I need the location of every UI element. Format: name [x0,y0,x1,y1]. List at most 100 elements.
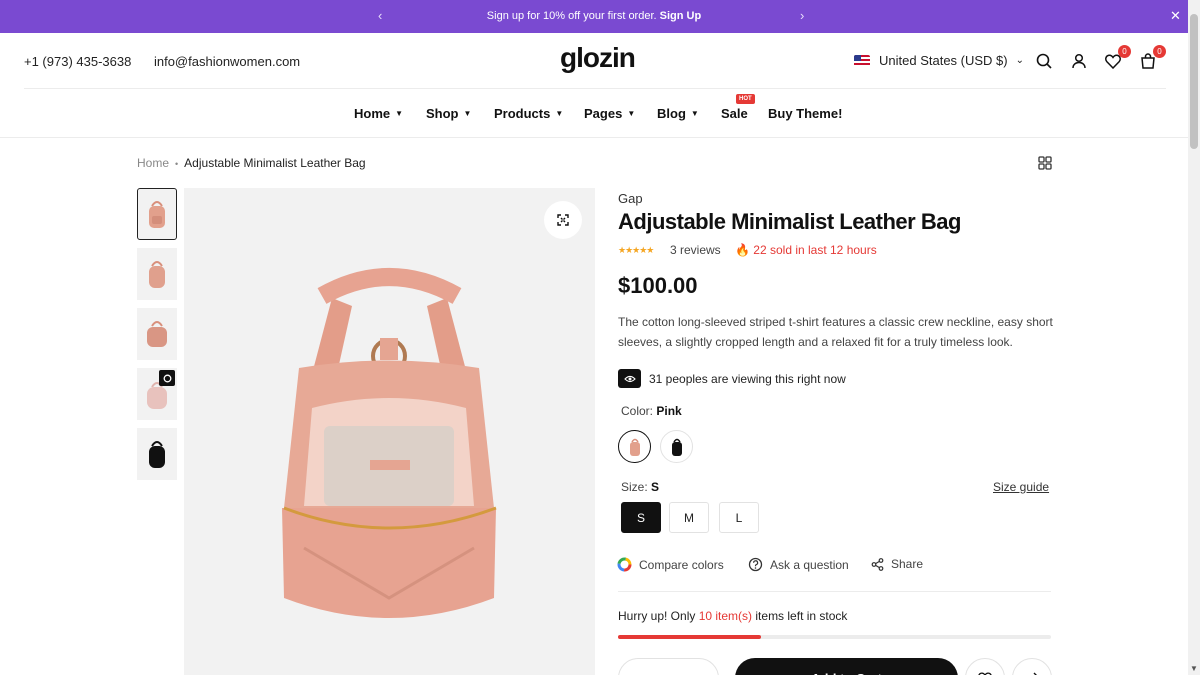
email-link[interactable]: info@fashionwomen.com [154,54,300,69]
nav-shop-label: Shop [426,106,459,121]
scroll-down-arrow-icon[interactable]: ▼ [1190,664,1198,673]
nav-divider [0,137,1188,138]
nav-products[interactable]: Products ▼ [494,106,563,121]
wishlist-count-badge: 0 [1118,45,1131,58]
nav-pages-label: Pages [584,106,623,121]
header-contact: +1 (973) 435-3638 info@fashionwomen.com [24,54,319,69]
product-thumbnail[interactable] [137,188,177,240]
viewing-now: 31 peoples are viewing this right now [618,369,846,388]
compare-icon[interactable] [1012,658,1052,675]
header-divider [24,88,1166,89]
share-icon [871,557,884,571]
wishlist-icon[interactable]: 0 [1104,45,1131,70]
color-label: Color: Pink [621,404,682,418]
region-label: United States (USD $) [879,53,1008,68]
rating-stars: ★★★★★ [618,245,654,255]
size-label-text: Size: [621,480,648,494]
quantity-stepper[interactable]: − + [618,658,719,675]
sold-text: 22 sold in last 12 hours [753,243,877,257]
size-option-m[interactable]: M [669,502,709,533]
chevron-down-icon: ▼ [690,109,699,118]
promo-text: Sign up for 10% off your first order. Si… [0,10,1188,22]
cart-icon[interactable]: 0 [1139,45,1166,70]
video-play-icon [159,370,175,386]
product-title: Adjustable Minimalist Leather Bag [618,209,961,234]
scrollbar-thumb[interactable] [1190,14,1198,149]
size-option-l[interactable]: L [719,502,759,533]
nav-shop[interactable]: Shop ▼ [426,106,471,121]
nav-blog[interactable]: Blog ▼ [657,106,699,121]
color-swatch-black[interactable] [660,430,693,463]
color-wheel-icon [617,557,632,572]
compare-colors-button[interactable]: Compare colors [617,557,724,572]
stock-notice: Hurry up! Only 10 item(s) items left in … [618,609,847,623]
stock-count: 10 item(s) [698,609,753,623]
nav-buy-theme[interactable]: Buy Theme! [768,106,842,121]
page-scrollbar[interactable]: ▼ [1188,0,1200,675]
nav-sale-label: Sale [721,106,748,121]
color-value: Pink [656,404,682,418]
ask-question-label: Ask a question [770,557,849,572]
region-selector[interactable]: United States (USD $) ⌄ [854,53,1024,68]
size-option-s[interactable]: S [621,502,661,533]
promo-message: Sign up for 10% off your first order. [486,10,657,22]
grid-view-icon[interactable] [1038,156,1052,175]
add-to-cart-button[interactable]: Add to Cart [735,658,958,675]
product-thumbnail[interactable] [137,428,177,480]
stock-progress-fill [618,635,761,639]
us-flag-icon [854,54,870,67]
nav-sale[interactable]: Sale [721,106,748,121]
product-brand[interactable]: Gap [618,191,643,206]
zoom-icon[interactable] [544,201,582,239]
promo-bar: ‹ Sign up for 10% off your first order. … [0,0,1188,33]
chevron-down-icon: ▼ [627,109,636,118]
minus-icon[interactable]: − [640,671,648,675]
product-thumbnail[interactable] [137,248,177,300]
site-logo[interactable]: glozin [560,42,636,74]
product-thumbnail[interactable] [137,308,177,360]
breadcrumb-home[interactable]: Home [137,156,169,170]
add-to-wishlist-icon[interactable] [965,658,1005,675]
size-value: S [651,480,660,494]
stock-prefix: Hurry up! Only [618,609,696,623]
compare-colors-label: Compare colors [639,557,724,572]
stock-progress-bar [618,635,1051,639]
chevron-down-icon: ▼ [555,109,564,118]
breadcrumb-current: Adjustable Minimalist Leather Bag [184,156,366,170]
nav-blog-label: Blog [657,106,686,121]
plus-icon[interactable]: + [689,671,697,675]
nav-products-label: Products [494,106,551,121]
eye-icon [618,369,641,388]
product-thumbnail-video[interactable] [137,368,177,420]
product-main-image[interactable] [184,188,595,675]
ask-question-button[interactable]: Ask a question [748,557,849,572]
info-divider [618,591,1051,592]
account-icon[interactable] [1070,52,1088,70]
nav-pages[interactable]: Pages ▼ [584,106,635,121]
size-label: Size: S [621,480,659,494]
share-label: Share [891,557,924,571]
reviews-link[interactable]: 3 reviews [670,243,721,257]
phone-link[interactable]: +1 (973) 435-3638 [24,54,131,69]
share-button[interactable]: Share [871,557,923,571]
product-description: The cotton long-sleeved striped t-shirt … [618,315,1053,349]
viewing-text: 31 peoples are viewing this right now [649,371,846,386]
nav-home[interactable]: Home ▼ [354,106,403,121]
breadcrumb: Home • Adjustable Minimalist Leather Bag [137,156,366,170]
color-label-text: Color: [621,404,654,418]
cart-count-badge: 0 [1153,45,1166,58]
promo-signup-link[interactable]: Sign Up [660,10,702,22]
color-swatch-pink[interactable] [618,430,651,463]
nav-buy-theme-label: Buy Theme! [768,106,843,121]
search-icon[interactable] [1035,52,1053,70]
chevron-right-icon[interactable]: › [800,8,804,23]
chevron-down-icon: ▼ [463,109,472,118]
chevron-down-icon: ⌄ [1015,55,1024,66]
nav-home-label: Home [354,106,391,121]
hot-badge: HOT [736,94,755,104]
fire-icon: 🔥 [735,243,750,257]
close-icon[interactable]: ✕ [1170,8,1181,24]
size-guide-link[interactable]: Size guide [993,480,1049,494]
sold-indicator: 🔥 22 sold in last 12 hours [735,243,877,257]
backpack-illustration [282,268,497,618]
